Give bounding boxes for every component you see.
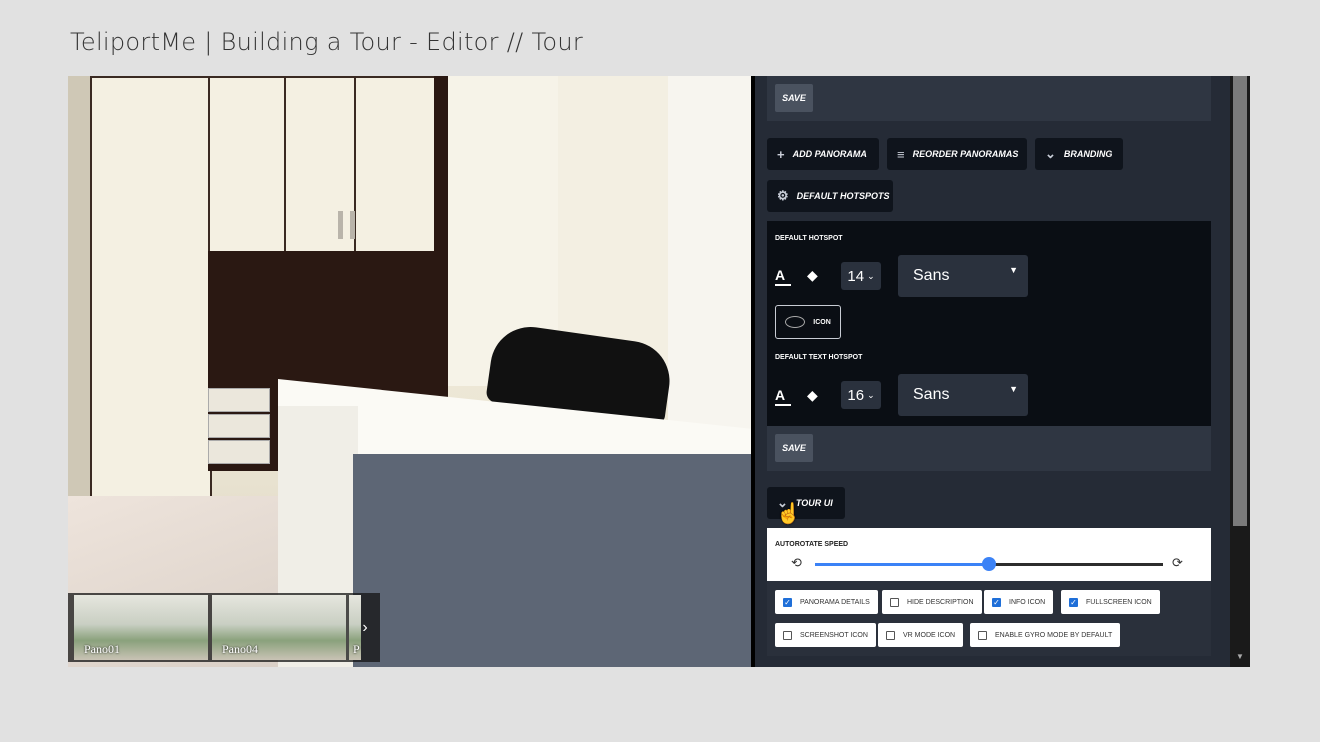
autorotate-slider[interactable] bbox=[815, 557, 1163, 571]
checkbox[interactable] bbox=[886, 630, 895, 640]
text-color-icon[interactable]: A bbox=[775, 267, 791, 286]
cabinet bbox=[90, 76, 212, 500]
checkbox[interactable] bbox=[890, 597, 899, 607]
chevron-down-icon: ⌄ bbox=[867, 270, 875, 281]
checkbox[interactable]: ✓ bbox=[1069, 597, 1078, 607]
slide-title: TeliportMe | Building a Tour - Editor //… bbox=[70, 28, 583, 56]
tour-ui-label: TOUR UI bbox=[795, 498, 833, 508]
handle bbox=[338, 211, 343, 239]
thumbnail-strip: Pano01 Pano04 P › bbox=[68, 593, 380, 662]
autorotate-speed-label: AUTOROTATE SPEED bbox=[775, 541, 849, 548]
font-size-select[interactable]: 14 ⌄ bbox=[841, 262, 881, 290]
font-family-value: Sans bbox=[913, 267, 950, 284]
default-hotspots-label: DEFAULT HOTSPOTS bbox=[796, 191, 890, 201]
drawer bbox=[208, 388, 270, 412]
cabinet bbox=[284, 76, 358, 255]
scroll-down-arrow-icon[interactable]: ▼ bbox=[1231, 652, 1249, 666]
save-bar: SAVE bbox=[767, 76, 1211, 121]
desk-front bbox=[353, 454, 751, 667]
font-family-select[interactable]: Sans ▼ bbox=[898, 255, 1028, 297]
option-label: SCREENSHOT ICON bbox=[800, 631, 868, 639]
font-size-select[interactable]: 16 ⌄ bbox=[841, 381, 881, 409]
option-panorama-details[interactable]: ✓ PANORAMA DETAILS bbox=[775, 590, 878, 614]
default-hotspots-button[interactable]: ⚙ DEFAULT HOTSPOTS bbox=[767, 180, 893, 212]
icon-button-label: ICON bbox=[813, 318, 831, 326]
fill-color-icon[interactable]: ◆ bbox=[807, 387, 818, 404]
slider-handle[interactable] bbox=[982, 557, 996, 571]
reorder-panoramas-button[interactable]: ≡ REORDER PANORAMAS bbox=[887, 138, 1027, 170]
branding-button[interactable]: ⌄ BRANDING bbox=[1035, 138, 1123, 170]
wall bbox=[668, 76, 751, 436]
option-vr-mode-icon[interactable]: VR MODE ICON bbox=[878, 623, 964, 647]
chevron-down-icon: ⌄ bbox=[867, 389, 875, 400]
thumbnail-label: Pano01 bbox=[84, 642, 120, 656]
chevron-circle-icon: ⌄ bbox=[1045, 146, 1056, 161]
handle bbox=[350, 211, 355, 239]
option-screenshot-icon[interactable]: SCREENSHOT ICON bbox=[775, 623, 876, 647]
cabinet bbox=[558, 76, 668, 376]
drawer bbox=[208, 414, 270, 438]
font-family-value: Sans bbox=[913, 386, 950, 403]
save-button[interactable]: SAVE bbox=[775, 84, 813, 112]
fill-color-icon[interactable]: ◆ bbox=[807, 267, 818, 284]
option-hide-description[interactable]: HIDE DESCRIPTION bbox=[882, 590, 982, 614]
list-icon: ≡ bbox=[897, 146, 905, 162]
branding-label: BRANDING bbox=[1063, 149, 1113, 159]
font-size-value: 14 bbox=[847, 267, 865, 285]
autorotate-section: AUTOROTATE SPEED ⟲ ⟳ bbox=[767, 528, 1211, 581]
default-hotspot-heading: DEFAULT HOTSPOT bbox=[775, 235, 843, 242]
option-enable-gyro-mode[interactable]: ENABLE GYRO MODE BY DEFAULT bbox=[970, 623, 1121, 647]
app-frame: Pano01 Pano04 P › SAVE + ADD PANORAMA ≡ … bbox=[68, 76, 1250, 667]
cabinet bbox=[354, 76, 438, 255]
hotspot-icon bbox=[785, 316, 806, 328]
font-size-value: 16 bbox=[847, 386, 865, 404]
option-label: INFO ICON bbox=[1009, 598, 1046, 606]
checkbox[interactable] bbox=[783, 630, 792, 640]
add-panorama-label: ADD PANORAMA bbox=[792, 149, 867, 159]
add-panorama-button[interactable]: + ADD PANORAMA bbox=[767, 138, 879, 170]
checkbox[interactable]: ✓ bbox=[783, 597, 792, 607]
option-fullscreen-icon[interactable]: ✓ FULLSCREEN ICON bbox=[1061, 590, 1160, 614]
rotate-left-icon[interactable]: ⟲ bbox=[791, 555, 802, 571]
drawer bbox=[208, 440, 270, 464]
editor-panel: SAVE + ADD PANORAMA ≡ REORDER PANORAMAS … bbox=[751, 76, 1230, 667]
chevron-right-icon[interactable]: › bbox=[350, 593, 380, 662]
reorder-panoramas-label: REORDER PANORAMAS bbox=[912, 149, 1019, 159]
option-label: ENABLE GYRO MODE BY DEFAULT bbox=[995, 631, 1113, 639]
rotate-right-icon[interactable]: ⟳ bbox=[1172, 555, 1183, 571]
default-text-hotspot-heading: DEFAULT TEXT HOTSPOT bbox=[775, 354, 863, 361]
checkbox[interactable]: ✓ bbox=[992, 597, 1001, 607]
caret-down-icon: ▼ bbox=[1009, 265, 1018, 275]
slider-fill bbox=[815, 563, 989, 566]
hand-cursor-icon: ☝ bbox=[776, 503, 801, 525]
option-label: PANORAMA DETAILS bbox=[800, 598, 870, 606]
default-hotspots-section: DEFAULT HOTSPOT A ◆ 14 ⌄ Sans ▼ ICON DEF… bbox=[767, 221, 1211, 426]
scrollbar-thumb[interactable] bbox=[1233, 76, 1247, 526]
option-label: VR MODE ICON bbox=[903, 631, 956, 639]
icon-button[interactable]: ICON bbox=[775, 305, 841, 339]
option-label: HIDE DESCRIPTION bbox=[907, 598, 974, 606]
font-family-select[interactable]: Sans ▼ bbox=[898, 374, 1028, 416]
panorama-viewer[interactable]: Pano01 Pano04 P › bbox=[68, 76, 751, 667]
option-label: FULLSCREEN ICON bbox=[1086, 598, 1152, 606]
gear-icon: ⚙ bbox=[777, 188, 789, 203]
thumbnail-item[interactable]: Pano04 bbox=[212, 595, 346, 660]
plus-icon: + bbox=[777, 146, 785, 162]
checkbox[interactable] bbox=[978, 630, 987, 640]
text-color-icon[interactable]: A bbox=[775, 387, 791, 406]
option-info-icon[interactable]: ✓ INFO ICON bbox=[984, 590, 1054, 614]
thumbnail-item[interactable]: Pano01 bbox=[74, 595, 208, 660]
tour-ui-options: ✓ PANORAMA DETAILS HIDE DESCRIPTION ✓ IN… bbox=[767, 581, 1211, 656]
caret-down-icon: ▼ bbox=[1009, 384, 1018, 394]
save-button[interactable]: SAVE bbox=[775, 434, 813, 462]
cabinet bbox=[208, 76, 288, 255]
save-bar: SAVE bbox=[767, 426, 1211, 471]
thumbnail-label: Pano04 bbox=[222, 642, 258, 656]
